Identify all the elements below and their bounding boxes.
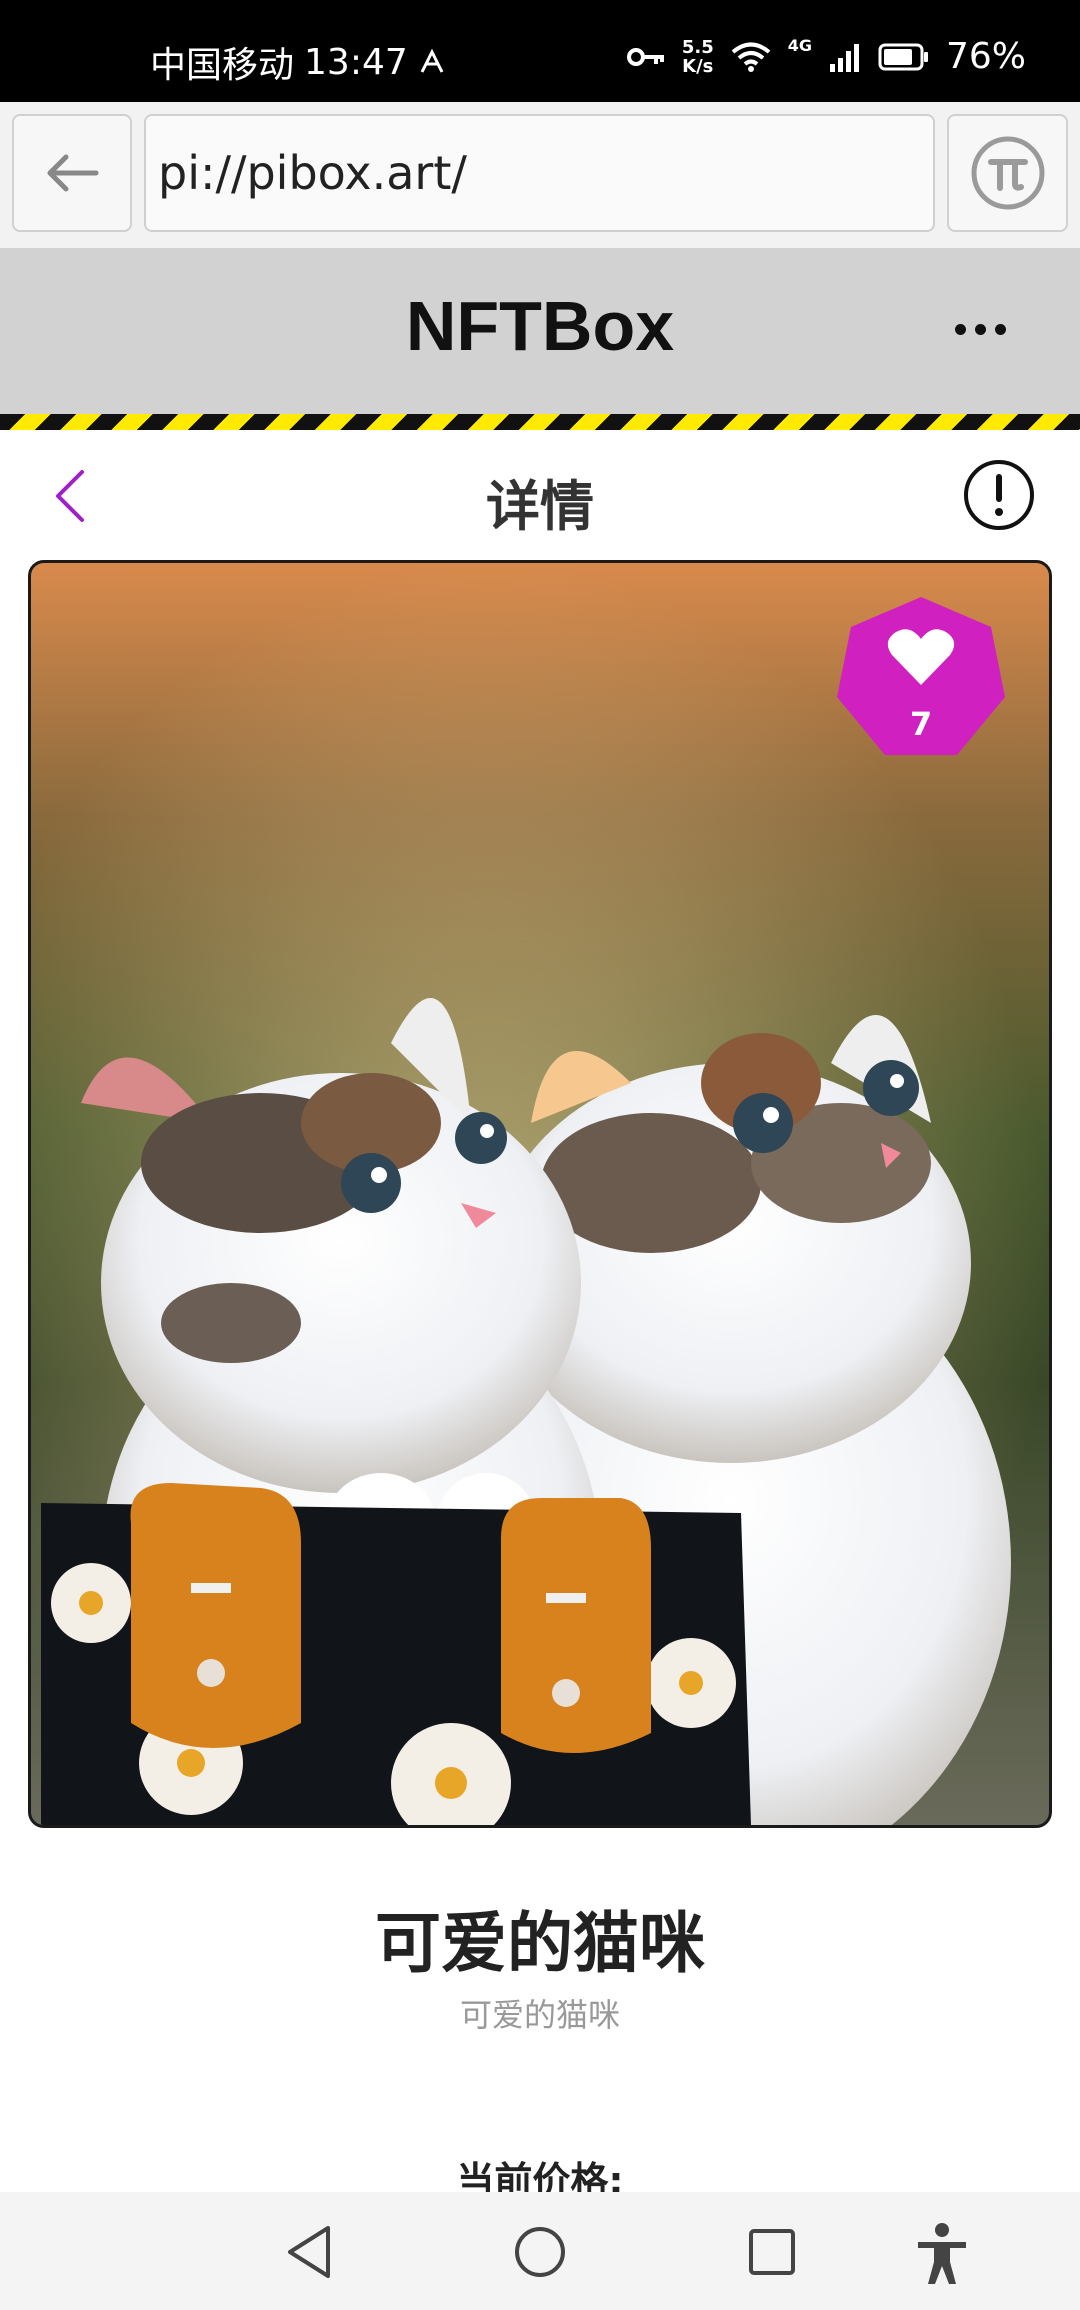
browser-back-button[interactable] [12,114,132,232]
net-speed: 5.5 K/s [682,38,714,76]
clock: 13:47 [304,41,408,83]
url-field[interactable]: pi://pibox.art/ [144,114,935,232]
vpn-key-icon [626,47,664,66]
status-left: 中国移动 13:47 [150,36,446,88]
nft-description: 可爱的猫咪 [459,1996,620,2034]
net-speed-unit: K/s [682,55,714,77]
wifi-icon [731,42,770,72]
like-count: 7 [909,705,933,743]
detail-title: 详情 [486,475,594,538]
nft-name: 可爱的猫咪 [375,1905,705,1982]
nav-back-triangle-icon[interactable] [282,2222,338,2282]
app-header: NFTBox [0,248,1080,414]
signal-type: 4G [787,36,812,55]
battery-level: 76% [945,36,1026,77]
battery-icon [878,43,928,70]
like-badge[interactable]: 7 [835,593,1007,765]
url-text: pi://pibox.art/ [158,146,467,200]
nav-home-circle-icon[interactable] [512,2222,568,2282]
detail-header: 详情 [0,430,1080,560]
info-icon[interactable] [962,458,1036,532]
nft-image[interactable]: 7 [28,560,1052,1828]
accessibility-icon[interactable] [912,2222,972,2286]
hazard-stripe-divider [0,414,1080,430]
pi-browser-button[interactable] [947,114,1068,232]
nav-recent-square-icon[interactable] [744,2222,800,2282]
status-bar: 中国移动 13:47 5.5 K/s 4G 76% [0,0,1080,102]
net-speed-value: 5.5 [681,36,714,58]
arrow-left-icon [47,154,99,192]
more-horizontal-icon[interactable] [955,324,1006,335]
navigation-app-icon [420,48,444,73]
browser-toolbar: pi://pibox.art/ [0,102,1080,249]
system-navigation-bar [0,2192,1080,2310]
pi-logo-icon [971,136,1044,210]
status-right: 5.5 K/s 4G 76% [626,36,1026,77]
app-title: NFTBox [405,287,675,365]
heart-icon [887,629,955,685]
carrier-label: 中国移动 [150,45,295,86]
signal-strength-icon [829,43,859,72]
